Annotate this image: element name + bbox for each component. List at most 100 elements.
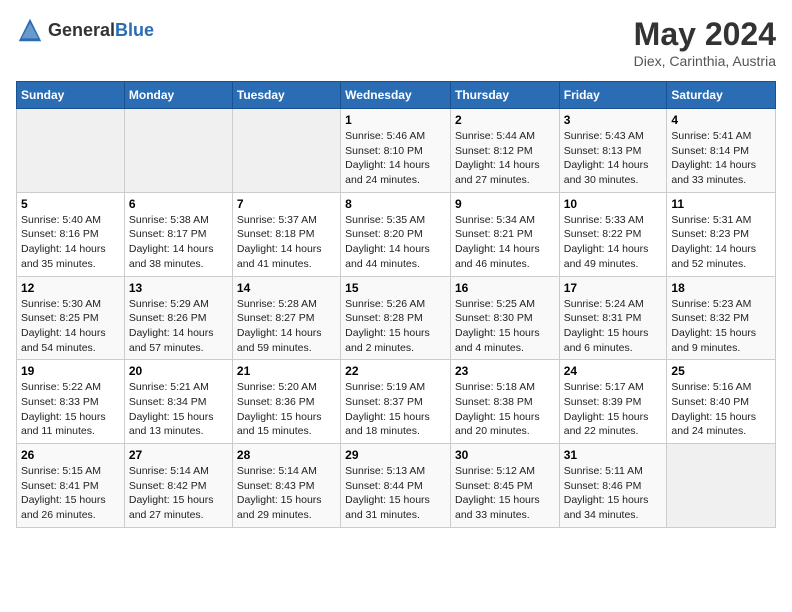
day-info: Sunrise: 5:28 AM Sunset: 8:27 PM Dayligh… bbox=[237, 297, 336, 356]
day-number: 27 bbox=[129, 448, 228, 462]
calendar-cell: 4Sunrise: 5:41 AM Sunset: 8:14 PM Daylig… bbox=[667, 109, 776, 193]
subtitle: Diex, Carinthia, Austria bbox=[634, 53, 776, 69]
day-number: 14 bbox=[237, 281, 336, 295]
day-info: Sunrise: 5:26 AM Sunset: 8:28 PM Dayligh… bbox=[345, 297, 446, 356]
week-row-5: 26 Sunrise: 5:15 AM Sunset: 8:41 PM Dayli… bbox=[17, 444, 776, 528]
week-row-2: 5Sunrise: 5:40 AM Sunset: 8:16 PM Daylig… bbox=[17, 192, 776, 276]
calendar-cell: 15Sunrise: 5:26 AM Sunset: 8:28 PM Dayli… bbox=[341, 276, 451, 360]
day-number: 11 bbox=[671, 197, 771, 211]
week-row-1: 1 Sunrise: 5:46 AM Sunset: 8:10 PM Daylig… bbox=[17, 109, 776, 193]
week-row-3: 12Sunrise: 5:30 AM Sunset: 8:25 PM Dayli… bbox=[17, 276, 776, 360]
day-info: Sunrise: 5:23 AM Sunset: 8:32 PM Dayligh… bbox=[671, 297, 771, 356]
day-info: Sunrise: 5:25 AM Sunset: 8:30 PM Dayligh… bbox=[455, 297, 555, 356]
day-info: Sunrise: 5:34 AM Sunset: 8:21 PM Dayligh… bbox=[455, 213, 555, 272]
calendar-body: 1 Sunrise: 5:46 AM Sunset: 8:10 PM Daylig… bbox=[17, 109, 776, 528]
day-info: Sunrise: 5:16 AM Sunset: 8:40 PM Dayligh… bbox=[671, 380, 771, 439]
day-number: 26 bbox=[21, 448, 120, 462]
calendar-header: SundayMondayTuesdayWednesdayThursdayFrid… bbox=[17, 82, 776, 109]
day-number: 16 bbox=[455, 281, 555, 295]
day-info: Sunrise: 5:31 AM Sunset: 8:23 PM Dayligh… bbox=[671, 213, 771, 272]
calendar-cell: 28Sunrise: 5:14 AM Sunset: 8:43 PM Dayli… bbox=[232, 444, 340, 528]
calendar-cell: 13 Sunrise: 5:29 AM Sunset: 8:26 PM Dayli… bbox=[124, 276, 232, 360]
calendar-cell: 25Sunrise: 5:16 AM Sunset: 8:40 PM Dayli… bbox=[667, 360, 776, 444]
calendar-cell: 21 Sunrise: 5:20 AM Sunset: 8:36 PM Dayli… bbox=[232, 360, 340, 444]
calendar-cell bbox=[124, 109, 232, 193]
calendar-cell: 2 Sunrise: 5:44 AM Sunset: 8:12 PM Daylig… bbox=[450, 109, 559, 193]
day-number: 5 bbox=[21, 197, 120, 211]
header-tuesday: Tuesday bbox=[232, 82, 340, 109]
day-number: 18 bbox=[671, 281, 771, 295]
logo: GeneralBlue bbox=[16, 16, 154, 44]
day-info: Sunrise: 5:43 AM Sunset: 8:13 PM Dayligh… bbox=[564, 129, 663, 188]
header-sunday: Sunday bbox=[17, 82, 125, 109]
day-info: Sunrise: 5:14 AM Sunset: 8:42 PM Dayligh… bbox=[129, 464, 228, 523]
calendar-cell bbox=[232, 109, 340, 193]
day-number: 20 bbox=[129, 364, 228, 378]
day-info: Sunrise: 5:20 AM Sunset: 8:36 PM Dayligh… bbox=[237, 380, 336, 439]
day-number: 10 bbox=[564, 197, 663, 211]
day-info: Sunrise: 5:19 AM Sunset: 8:37 PM Dayligh… bbox=[345, 380, 446, 439]
day-info: Sunrise: 5:29 AM Sunset: 8:26 PM Dayligh… bbox=[129, 297, 228, 356]
header-wednesday: Wednesday bbox=[341, 82, 451, 109]
day-number: 21 bbox=[237, 364, 336, 378]
day-number: 7 bbox=[237, 197, 336, 211]
calendar-cell: 19 Sunrise: 5:22 AM Sunset: 8:33 PM Dayli… bbox=[17, 360, 125, 444]
calendar-cell bbox=[17, 109, 125, 193]
day-number: 1 bbox=[345, 113, 446, 127]
day-number: 19 bbox=[21, 364, 120, 378]
page-header: GeneralBlue May 2024 Diex, Carinthia, Au… bbox=[16, 16, 776, 69]
day-number: 13 bbox=[129, 281, 228, 295]
calendar-cell: 30 Sunrise: 5:12 AM Sunset: 8:45 PM Dayli… bbox=[450, 444, 559, 528]
day-info: Sunrise: 5:21 AM Sunset: 8:34 PM Dayligh… bbox=[129, 380, 228, 439]
calendar-cell: 5Sunrise: 5:40 AM Sunset: 8:16 PM Daylig… bbox=[17, 192, 125, 276]
calendar-cell: 27 Sunrise: 5:14 AM Sunset: 8:42 PM Dayli… bbox=[124, 444, 232, 528]
day-number: 8 bbox=[345, 197, 446, 211]
calendar-table: SundayMondayTuesdayWednesdayThursdayFrid… bbox=[16, 81, 776, 528]
calendar-cell: 12Sunrise: 5:30 AM Sunset: 8:25 PM Dayli… bbox=[17, 276, 125, 360]
day-info: Sunrise: 5:15 AM Sunset: 8:41 PM Dayligh… bbox=[21, 464, 120, 523]
day-info: Sunrise: 5:33 AM Sunset: 8:22 PM Dayligh… bbox=[564, 213, 663, 272]
day-info: Sunrise: 5:37 AM Sunset: 8:18 PM Dayligh… bbox=[237, 213, 336, 272]
day-info: Sunrise: 5:35 AM Sunset: 8:20 PM Dayligh… bbox=[345, 213, 446, 272]
calendar-cell: 1 Sunrise: 5:46 AM Sunset: 8:10 PM Daylig… bbox=[341, 109, 451, 193]
day-info: Sunrise: 5:12 AM Sunset: 8:45 PM Dayligh… bbox=[455, 464, 555, 523]
calendar-cell: 11 Sunrise: 5:31 AM Sunset: 8:23 PM Dayli… bbox=[667, 192, 776, 276]
calendar-cell: 31 Sunrise: 5:11 AM Sunset: 8:46 PM Dayli… bbox=[559, 444, 667, 528]
day-info: Sunrise: 5:22 AM Sunset: 8:33 PM Dayligh… bbox=[21, 380, 120, 439]
calendar-cell: 20 Sunrise: 5:21 AM Sunset: 8:34 PM Dayli… bbox=[124, 360, 232, 444]
calendar-cell: 24Sunrise: 5:17 AM Sunset: 8:39 PM Dayli… bbox=[559, 360, 667, 444]
day-info: Sunrise: 5:17 AM Sunset: 8:39 PM Dayligh… bbox=[564, 380, 663, 439]
logo-icon bbox=[16, 16, 44, 44]
day-info: Sunrise: 5:46 AM Sunset: 8:10 PM Dayligh… bbox=[345, 129, 446, 188]
calendar-cell: 29Sunrise: 5:13 AM Sunset: 8:44 PM Dayli… bbox=[341, 444, 451, 528]
logo-general-text: General bbox=[48, 20, 115, 40]
day-info: Sunrise: 5:24 AM Sunset: 8:31 PM Dayligh… bbox=[564, 297, 663, 356]
header-monday: Monday bbox=[124, 82, 232, 109]
calendar-cell: 10 Sunrise: 5:33 AM Sunset: 8:22 PM Dayli… bbox=[559, 192, 667, 276]
day-info: Sunrise: 5:13 AM Sunset: 8:44 PM Dayligh… bbox=[345, 464, 446, 523]
day-number: 3 bbox=[564, 113, 663, 127]
day-number: 30 bbox=[455, 448, 555, 462]
day-number: 22 bbox=[345, 364, 446, 378]
day-info: Sunrise: 5:30 AM Sunset: 8:25 PM Dayligh… bbox=[21, 297, 120, 356]
calendar-cell: 17 Sunrise: 5:24 AM Sunset: 8:31 PM Dayli… bbox=[559, 276, 667, 360]
day-number: 31 bbox=[564, 448, 663, 462]
day-info: Sunrise: 5:18 AM Sunset: 8:38 PM Dayligh… bbox=[455, 380, 555, 439]
day-number: 9 bbox=[455, 197, 555, 211]
calendar-cell: 16 Sunrise: 5:25 AM Sunset: 8:30 PM Dayli… bbox=[450, 276, 559, 360]
day-info: Sunrise: 5:11 AM Sunset: 8:46 PM Dayligh… bbox=[564, 464, 663, 523]
header-friday: Friday bbox=[559, 82, 667, 109]
calendar-cell: 9 Sunrise: 5:34 AM Sunset: 8:21 PM Daylig… bbox=[450, 192, 559, 276]
day-number: 2 bbox=[455, 113, 555, 127]
day-number: 23 bbox=[455, 364, 555, 378]
calendar-cell: 23 Sunrise: 5:18 AM Sunset: 8:38 PM Dayli… bbox=[450, 360, 559, 444]
day-info: Sunrise: 5:41 AM Sunset: 8:14 PM Dayligh… bbox=[671, 129, 771, 188]
day-info: Sunrise: 5:44 AM Sunset: 8:12 PM Dayligh… bbox=[455, 129, 555, 188]
day-info: Sunrise: 5:38 AM Sunset: 8:17 PM Dayligh… bbox=[129, 213, 228, 272]
title-block: May 2024 Diex, Carinthia, Austria bbox=[634, 16, 776, 69]
calendar-cell: 14 Sunrise: 5:28 AM Sunset: 8:27 PM Dayli… bbox=[232, 276, 340, 360]
day-number: 17 bbox=[564, 281, 663, 295]
calendar-cell: 18 Sunrise: 5:23 AM Sunset: 8:32 PM Dayli… bbox=[667, 276, 776, 360]
main-title: May 2024 bbox=[634, 16, 776, 53]
week-row-4: 19 Sunrise: 5:22 AM Sunset: 8:33 PM Dayli… bbox=[17, 360, 776, 444]
